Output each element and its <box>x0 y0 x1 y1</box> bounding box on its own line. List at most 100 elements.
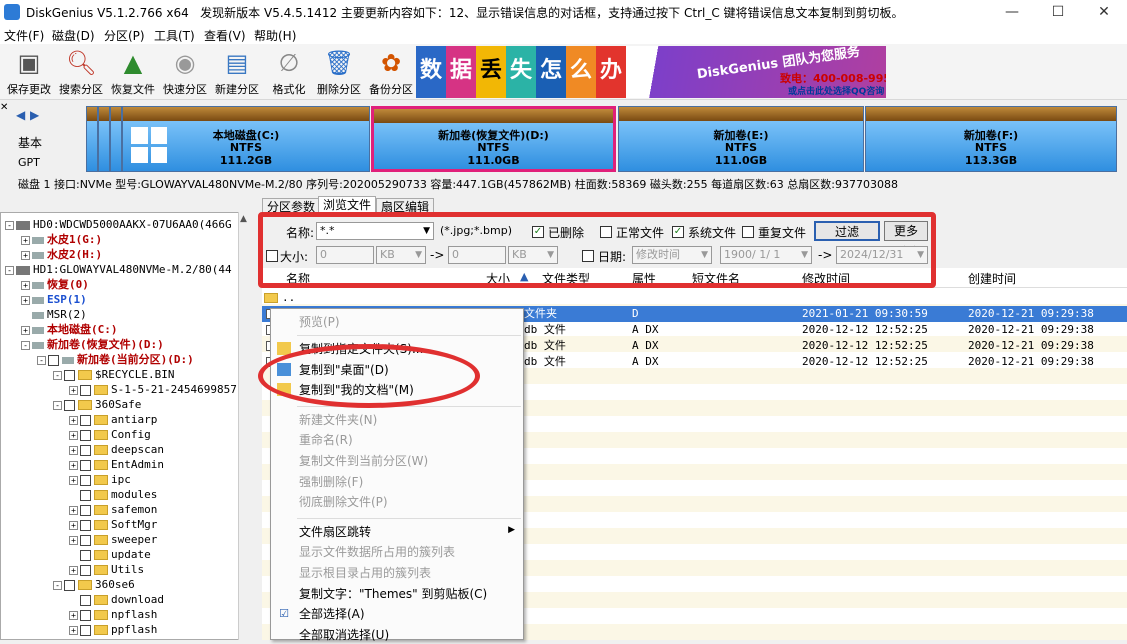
expand-icon[interactable]: + <box>69 625 78 635</box>
menu-partition[interactable]: 分区(P) <box>104 27 145 44</box>
maximize-button[interactable]: ☐ <box>1035 0 1081 24</box>
parent-row[interactable]: .. <box>262 290 1127 306</box>
tree-checkbox[interactable] <box>80 504 91 516</box>
expand-icon[interactable]: + <box>69 535 78 545</box>
menu-disk[interactable]: 磁盘(D) <box>52 27 95 44</box>
tree-node[interactable]: + 恢复(0) <box>21 277 89 292</box>
expand-icon[interactable]: + <box>69 520 78 530</box>
tree-node[interactable]: - 360Safe <box>53 397 141 412</box>
tree-checkbox[interactable] <box>80 534 91 546</box>
close-button[interactable]: ✕ <box>1081 0 1127 24</box>
tree-checkbox[interactable] <box>64 369 75 381</box>
menu-view[interactable]: 查看(V) <box>204 27 246 44</box>
expand-icon[interactable]: + <box>69 505 78 515</box>
recover-files-button[interactable]: ▲ 恢复文件 <box>106 46 160 98</box>
tree-checkbox[interactable] <box>80 564 91 576</box>
search-partition-button[interactable]: 🔍︎ 搜索分区 <box>54 46 108 98</box>
tree-checkbox[interactable] <box>80 474 91 486</box>
new-partition-button[interactable]: ▤ 新建分区 <box>210 46 264 98</box>
context-menu-item[interactable]: 复制文字："Themes" 到剪贴板(C) <box>299 585 487 603</box>
expand-icon[interactable]: + <box>69 610 78 620</box>
tree-node[interactable]: - 新加卷(恢复文件)(D:) <box>21 337 164 352</box>
tree-scrollbar[interactable]: ▲ <box>238 212 252 640</box>
tree-node[interactable]: + SoftMgr <box>69 517 157 532</box>
tree-checkbox[interactable] <box>64 399 75 411</box>
expand-icon[interactable]: + <box>69 460 78 470</box>
tree-node[interactable]: - 新加卷(当前分区)(D:) <box>37 352 194 367</box>
tree-node[interactable]: update <box>69 547 151 562</box>
expand-icon[interactable]: + <box>21 325 30 335</box>
expand-icon[interactable]: + <box>21 235 30 245</box>
context-menu-item[interactable]: 全部选择(A) <box>299 605 365 623</box>
minimize-button[interactable]: — <box>989 0 1035 24</box>
tree-node[interactable]: + npflash <box>69 607 157 622</box>
context-menu-item[interactable]: 强制删除(F) <box>299 473 363 491</box>
small-partition[interactable] <box>86 106 98 172</box>
tree-checkbox[interactable] <box>80 459 91 471</box>
small-partition[interactable] <box>98 106 110 172</box>
tree-checkbox[interactable] <box>80 549 91 561</box>
tree-checkbox[interactable] <box>80 609 91 621</box>
menu-file[interactable]: 文件(F) <box>4 27 44 44</box>
directory-tree[interactable]: - HD0:WDCWD5000AAKX-07U6AA0(466G + 水皮1(G:) +… <box>0 212 252 640</box>
tree-node[interactable]: + EntAdmin <box>69 457 164 472</box>
tree-node[interactable]: + ppflash <box>69 622 157 637</box>
update-notice[interactable]: 发现新版本 V5.4.5.1412 主要更新内容如下：12、显示错误信息的对话框… <box>200 6 903 20</box>
tree-node[interactable]: + Config <box>69 427 151 442</box>
tree-node[interactable]: + ESP(1) <box>21 292 87 307</box>
menu-tools[interactable]: 工具(T) <box>154 27 195 44</box>
expand-icon[interactable]: + <box>69 415 78 425</box>
partition-c[interactable]: 本地磁盘(C:) NTFS 111.2GB <box>122 106 370 172</box>
context-menu-item[interactable]: 新建文件夹(N) <box>299 411 377 429</box>
col-ctime[interactable]: 创建时间 <box>968 270 1016 287</box>
delete-partition-button[interactable]: 🗑︎ 删除分区 <box>312 46 366 98</box>
tree-checkbox[interactable] <box>80 519 91 531</box>
collapse-icon[interactable]: - <box>53 370 62 380</box>
tree-node[interactable]: MSR(2) <box>21 307 87 322</box>
expand-icon[interactable]: + <box>69 475 78 485</box>
tree-checkbox[interactable] <box>80 444 91 456</box>
collapse-icon[interactable]: - <box>53 580 62 590</box>
menu-help[interactable]: 帮助(H) <box>254 27 296 44</box>
context-menu-item[interactable]: 重命名(R) <box>299 431 353 449</box>
context-menu-item[interactable]: 全部取消选择(U) <box>299 626 389 644</box>
partition-d[interactable]: 新加卷(恢复文件)(D:) NTFS 111.0GB <box>371 106 616 172</box>
small-partition[interactable] <box>110 106 122 172</box>
tree-node[interactable]: - $RECYCLE.BIN <box>53 367 174 382</box>
tree-node[interactable]: + 水皮2(H:) <box>21 247 102 262</box>
tree-checkbox[interactable] <box>80 429 91 441</box>
tree-node[interactable]: + sweeper <box>69 532 157 547</box>
context-menu-item[interactable]: 彻底删除文件(P) <box>299 493 388 511</box>
collapse-icon[interactable]: - <box>5 220 14 230</box>
tree-node[interactable]: download <box>69 592 164 607</box>
expand-icon[interactable]: + <box>21 280 30 290</box>
save-button[interactable]: ▣ 保存更改 <box>2 46 56 98</box>
collapse-icon[interactable]: - <box>21 340 30 350</box>
tree-checkbox[interactable] <box>80 384 91 396</box>
expand-icon[interactable]: + <box>21 250 30 260</box>
quick-partition-button[interactable]: ◉ 快速分区 <box>158 46 212 98</box>
expand-icon[interactable]: + <box>69 430 78 440</box>
collapse-icon[interactable]: - <box>53 400 62 410</box>
disk-prev-icon[interactable]: ◀ <box>16 108 25 122</box>
tree-node[interactable]: + safemon <box>69 502 157 517</box>
tree-node[interactable]: + ipc <box>69 472 131 487</box>
expand-icon[interactable]: + <box>69 385 78 395</box>
context-menu-item[interactable]: 文件扇区跳转 <box>299 523 371 541</box>
context-menu-item[interactable]: 显示根目录占用的簇列表 <box>299 564 431 582</box>
collapse-icon[interactable]: - <box>5 265 14 275</box>
tree-node[interactable]: + S-1-5-21-2454699857 <box>69 382 237 397</box>
expand-icon[interactable]: + <box>21 295 30 305</box>
ad-banner[interactable]: 数 据 丢 失 怎 么 办 DiskGenius 团队为您服务 致电：400-0… <box>416 46 886 98</box>
partition-f[interactable]: 新加卷(F:) NTFS 113.3GB <box>865 106 1117 172</box>
tree-checkbox[interactable] <box>80 489 91 501</box>
tree-node[interactable]: - HD0:WDCWD5000AAKX-07U6AA0(466G <box>5 217 232 232</box>
tree-node[interactable]: - HD1:GLOWAYVAL480NVMe-M.2/80(44 <box>5 262 232 277</box>
tree-node[interactable]: modules <box>69 487 157 502</box>
context-menu-item[interactable]: 显示文件数据所占用的簇列表 <box>299 543 455 561</box>
tree-node[interactable]: + deepscan <box>69 442 164 457</box>
partition-e[interactable]: 新加卷(E:) NTFS 111.0GB <box>618 106 864 172</box>
tree-node[interactable]: + 本地磁盘(C:) <box>21 322 118 337</box>
tree-node[interactable]: + Utils <box>69 562 144 577</box>
disk-next-icon[interactable]: ▶ <box>30 108 39 122</box>
